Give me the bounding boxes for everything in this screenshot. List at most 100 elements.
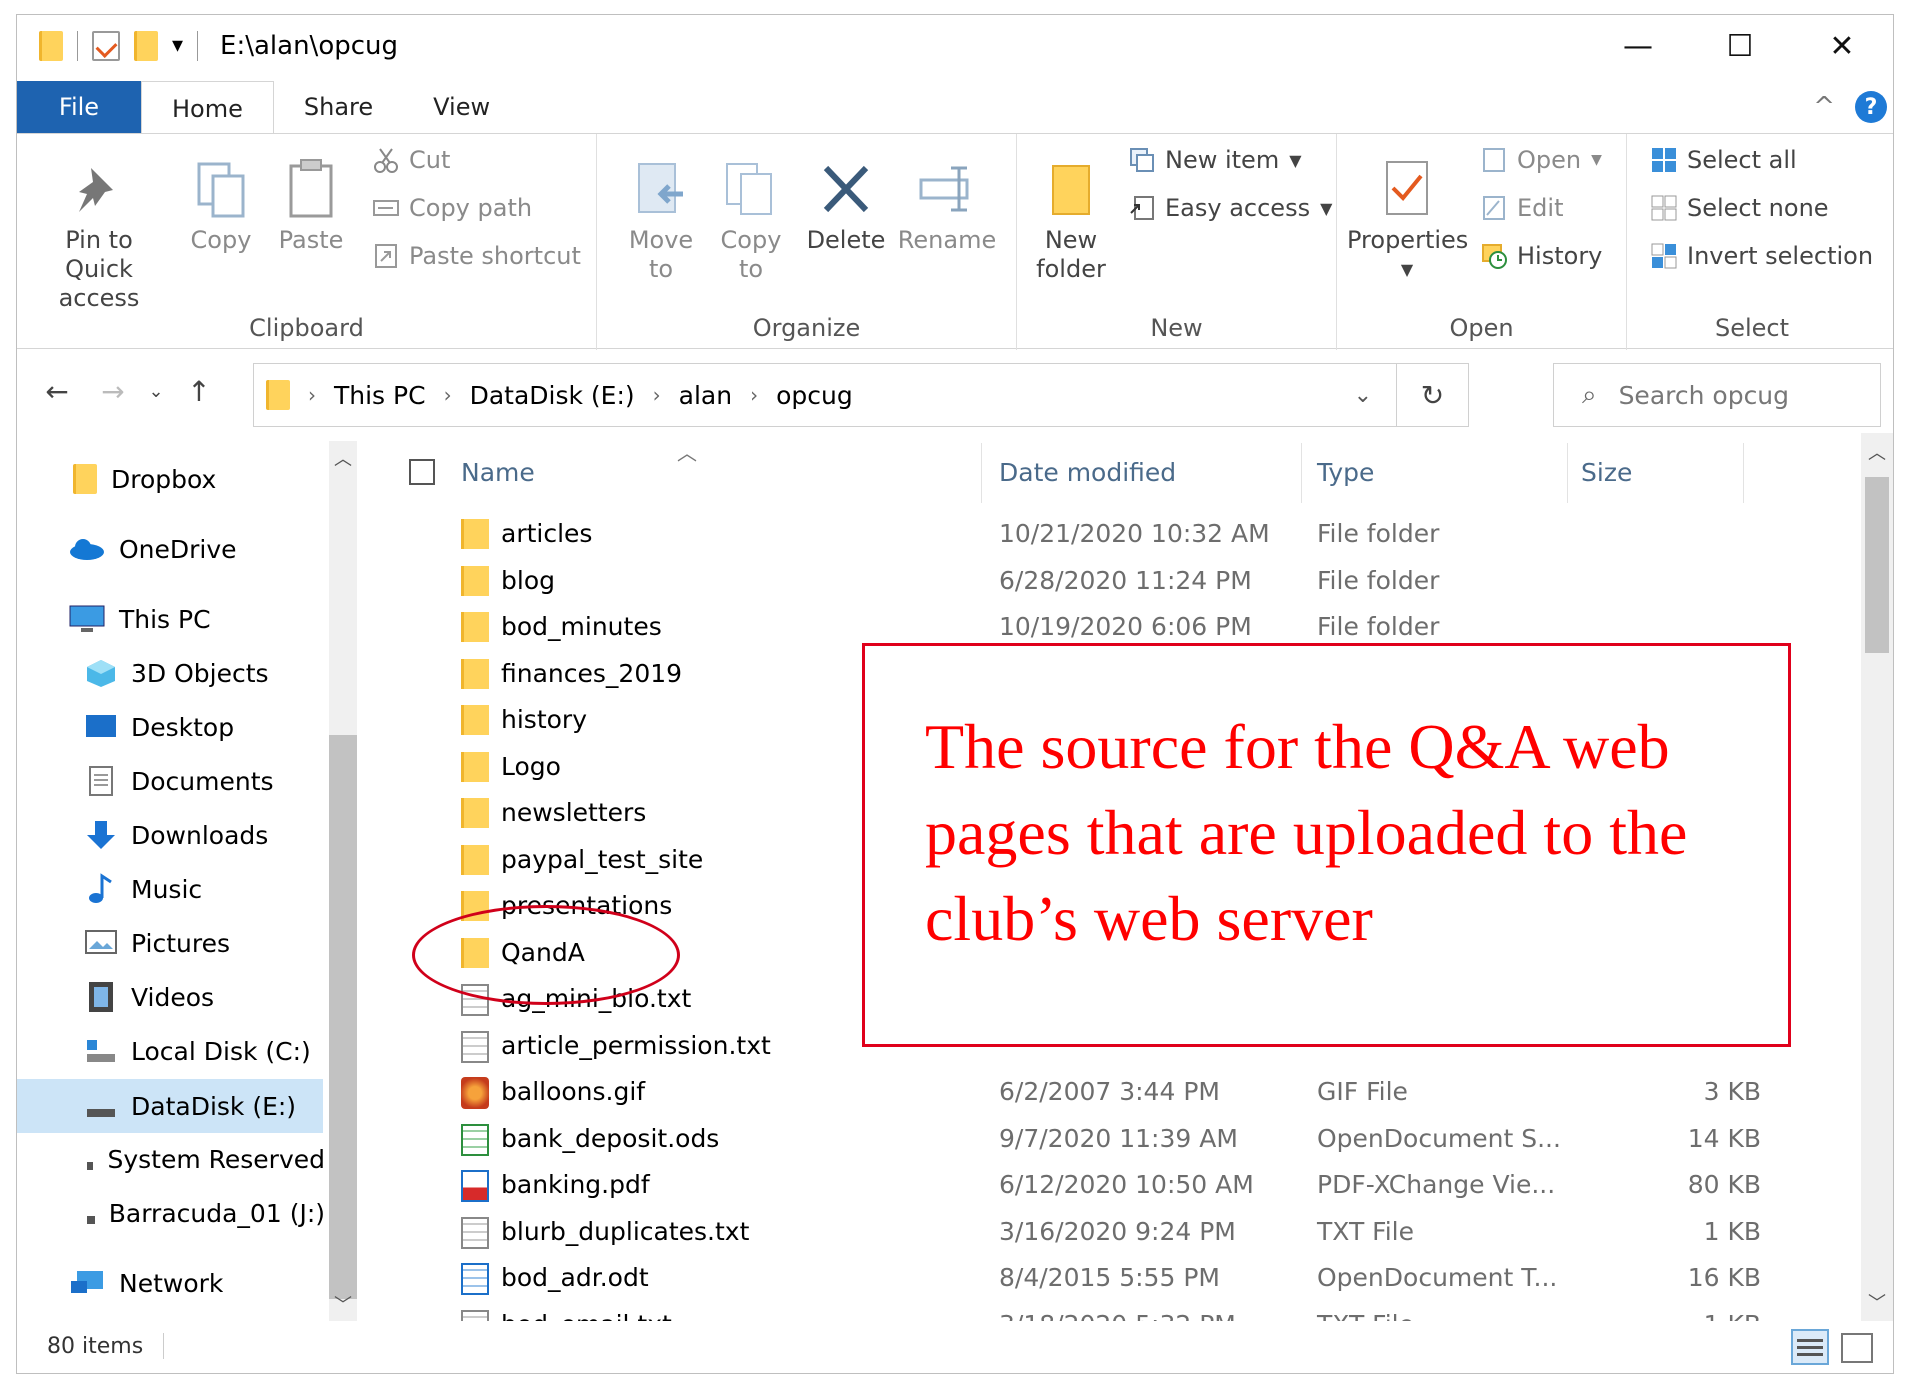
up-arrow-icon[interactable]: ↑ bbox=[171, 375, 227, 408]
forward-arrow-icon[interactable]: → bbox=[85, 375, 141, 408]
breadcrumb-this-pc[interactable]: This PC bbox=[334, 381, 426, 410]
file-row[interactable]: bank_deposit.ods 9/7/2020 11:39 AM OpenDoc… bbox=[361, 1118, 1761, 1164]
details-view-icon[interactable] bbox=[1791, 1329, 1829, 1365]
nav-item-local-disk-c[interactable]: Local Disk (C:) bbox=[85, 1031, 311, 1071]
customize-toolbar-dropdown-icon[interactable]: ▾ bbox=[172, 31, 183, 61]
search-box[interactable]: ⌕ Search opcug bbox=[1553, 363, 1881, 427]
nav-item-dropbox[interactable]: Dropbox bbox=[73, 459, 216, 499]
properties-button[interactable]: Properties ▼ bbox=[1347, 158, 1468, 284]
breadcrumb-separator-icon[interactable]: › bbox=[653, 383, 661, 407]
breadcrumb-separator-icon[interactable]: › bbox=[308, 383, 316, 407]
nav-item-downloads[interactable]: Downloads bbox=[85, 815, 268, 855]
back-arrow-icon[interactable]: ← bbox=[29, 375, 85, 408]
paste-shortcut-icon bbox=[373, 243, 399, 269]
folder-icon[interactable] bbox=[39, 31, 63, 61]
nav-item-videos[interactable]: Videos bbox=[85, 977, 214, 1017]
nav-item-this-pc[interactable]: This PC bbox=[69, 599, 211, 639]
address-box[interactable]: › This PC › DataDisk (E:) › alan › opcug… bbox=[253, 363, 1469, 427]
rename-button[interactable]: Rename bbox=[897, 158, 997, 255]
cut-button[interactable]: Cut bbox=[373, 146, 450, 174]
scroll-up-icon[interactable]: ︿ bbox=[329, 445, 357, 471]
navigation-scrollbar-thumb[interactable] bbox=[329, 735, 357, 1299]
copy-path-button[interactable]: Copy path bbox=[373, 194, 532, 222]
copy-button[interactable]: Copy bbox=[181, 158, 261, 255]
nav-item-datadisk-e[interactable]: DataDisk (E:) bbox=[17, 1079, 323, 1133]
scroll-down-icon[interactable]: ﹀ bbox=[329, 1291, 357, 1317]
column-header-type[interactable]: Type bbox=[1317, 433, 1374, 511]
column-header-size[interactable]: Size bbox=[1581, 433, 1632, 511]
column-divider[interactable] bbox=[1567, 443, 1568, 503]
easy-access-button[interactable]: Easy access ▼ bbox=[1129, 194, 1332, 222]
column-divider[interactable] bbox=[1743, 443, 1744, 503]
edit-button[interactable]: Edit bbox=[1481, 194, 1563, 222]
nav-item-pictures[interactable]: Pictures bbox=[85, 923, 230, 963]
breadcrumb-separator-icon[interactable]: › bbox=[444, 383, 452, 407]
maximize-button[interactable]: ☐ bbox=[1689, 15, 1791, 77]
history-button[interactable]: History bbox=[1481, 242, 1602, 270]
nav-item-system-reserved[interactable]: System Reserved bbox=[85, 1139, 325, 1179]
select-all-button[interactable]: Select all bbox=[1651, 146, 1797, 174]
breadcrumb-opcug[interactable]: opcug bbox=[776, 381, 853, 410]
breadcrumb-alan[interactable]: alan bbox=[679, 381, 732, 410]
nav-item-network[interactable]: Network bbox=[69, 1263, 223, 1303]
file-row[interactable]: blurb_duplicates.txt 3/16/2020 9:24 PM TXT… bbox=[361, 1211, 1761, 1257]
new-item-button[interactable]: New item ▼ bbox=[1129, 146, 1302, 174]
scroll-up-icon[interactable]: ︿ bbox=[1861, 439, 1893, 465]
recent-locations-chevron-icon[interactable]: ⌄ bbox=[141, 381, 171, 402]
file-row[interactable]: bod_adr.odt 8/4/2015 5:55 PM OpenDocument … bbox=[361, 1257, 1761, 1303]
music-note-icon bbox=[89, 873, 112, 903]
file-row[interactable]: banking.pdf 6/12/2020 10:50 AM PDF-XChange… bbox=[361, 1164, 1761, 1210]
delete-button[interactable]: Delete bbox=[801, 158, 891, 255]
minimize-button[interactable]: — bbox=[1587, 15, 1689, 77]
paste-shortcut-button[interactable]: Paste shortcut bbox=[373, 242, 581, 270]
nav-item-onedrive[interactable]: OneDrive bbox=[69, 529, 237, 569]
column-header-date[interactable]: Date modified bbox=[999, 433, 1176, 511]
new-group: New folder New item ▼ Easy access ▼ New bbox=[1017, 134, 1337, 350]
select-all-checkbox[interactable] bbox=[409, 459, 435, 485]
invert-selection-button[interactable]: Invert selection bbox=[1651, 242, 1873, 270]
breadcrumb-datadisk[interactable]: DataDisk (E:) bbox=[470, 381, 635, 410]
column-divider[interactable] bbox=[1301, 443, 1302, 503]
properties-icon[interactable] bbox=[92, 31, 120, 61]
file-list-scrollbar-thumb[interactable] bbox=[1865, 477, 1889, 653]
open-button[interactable]: Open ▼ bbox=[1481, 146, 1602, 174]
tab-home[interactable]: Home bbox=[141, 81, 274, 135]
file-row[interactable]: balloons.gif 6/2/2007 3:44 PM GIF File 3 KB bbox=[361, 1071, 1761, 1117]
move-to-button[interactable]: Move to bbox=[621, 158, 701, 284]
new-folder-icon[interactable] bbox=[134, 31, 158, 61]
help-icon[interactable]: ? bbox=[1855, 91, 1887, 123]
tab-share[interactable]: Share bbox=[274, 81, 403, 133]
large-icons-view-icon[interactable] bbox=[1841, 1333, 1873, 1363]
refresh-icon[interactable]: ↻ bbox=[1396, 364, 1468, 426]
column-header-name[interactable]: Name bbox=[461, 433, 535, 511]
tab-file[interactable]: File bbox=[17, 81, 141, 133]
copy-to-button[interactable]: Copy to bbox=[711, 158, 791, 284]
collapse-ribbon-icon[interactable]: ^ bbox=[1813, 92, 1835, 122]
file-list-scrollbar[interactable]: ︿ ﹀ bbox=[1861, 433, 1893, 1321]
select-none-button[interactable]: Select none bbox=[1651, 194, 1829, 222]
nav-item-music[interactable]: Music bbox=[85, 869, 202, 909]
new-folder-button[interactable]: New folder bbox=[1031, 158, 1111, 284]
paste-icon bbox=[283, 158, 339, 220]
status-bar: 80 items bbox=[17, 1319, 1893, 1373]
spreadsheet-file-icon bbox=[461, 1123, 489, 1156]
nav-item-desktop[interactable]: Desktop bbox=[85, 707, 234, 747]
close-button[interactable]: ✕ bbox=[1791, 15, 1893, 77]
tab-view[interactable]: View bbox=[403, 81, 520, 133]
scroll-down-icon[interactable]: ﹀ bbox=[1861, 1289, 1893, 1315]
paste-button[interactable]: Paste bbox=[271, 158, 351, 255]
breadcrumb-separator-icon[interactable]: › bbox=[750, 383, 758, 407]
search-input[interactable]: Search opcug bbox=[1619, 381, 1789, 410]
navigation-scrollbar[interactable]: ︿ ﹀ bbox=[329, 441, 357, 1321]
new-item-dropdown-icon: ▼ bbox=[1289, 150, 1302, 170]
divider bbox=[77, 31, 78, 61]
file-row[interactable]: blog 6/28/2020 11:24 PM File folder bbox=[361, 560, 1761, 606]
file-type: OpenDocument S... bbox=[1317, 1123, 1561, 1153]
nav-item-3d-objects[interactable]: 3D Objects bbox=[85, 653, 269, 693]
file-row[interactable]: articles 10/21/2020 10:32 AM File folder bbox=[361, 513, 1761, 559]
column-divider[interactable] bbox=[981, 443, 982, 503]
nav-item-barracuda-j[interactable]: Barracuda_01 (J:) bbox=[85, 1193, 325, 1233]
nav-item-documents[interactable]: Documents bbox=[85, 761, 274, 801]
pin-to-quick-access-button[interactable]: Pin to Quick access bbox=[29, 158, 169, 313]
address-dropdown-icon[interactable]: ⌄ bbox=[1354, 383, 1372, 408]
